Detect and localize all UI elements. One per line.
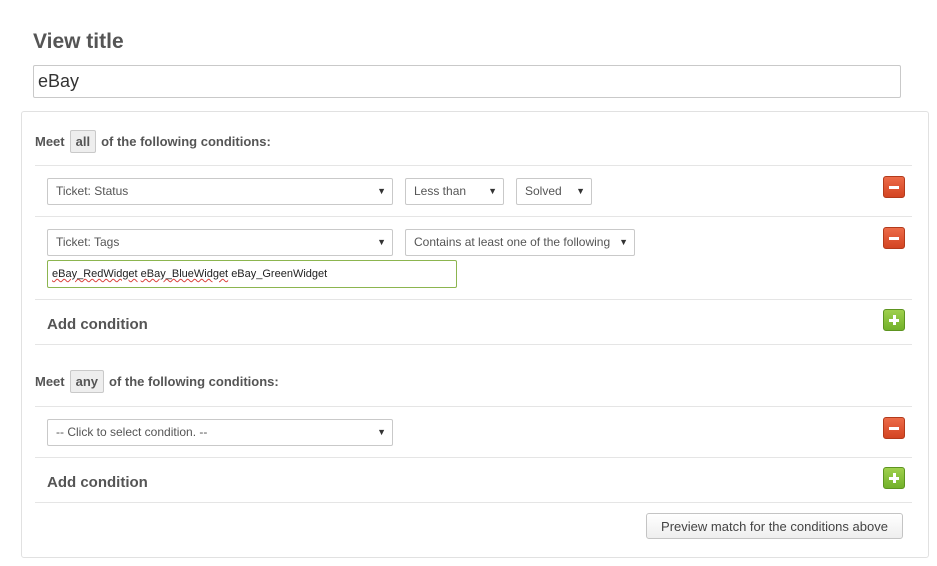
chevron-down-icon: ▼ — [377, 427, 386, 437]
select-value: -- Click to select condition. -- — [56, 425, 208, 439]
select-value: Ticket: Tags — [56, 235, 120, 249]
conditions-suffix: of the following conditions: — [109, 374, 279, 389]
meet-label: Meet — [35, 134, 65, 149]
add-condition-any-button[interactable] — [883, 467, 905, 489]
select-value: Less than — [414, 184, 467, 198]
condition-2-field-select[interactable]: Ticket: Tags ▼ — [47, 229, 393, 256]
view-title-input[interactable] — [33, 65, 901, 98]
add-condition-any-link[interactable]: Add condition — [47, 474, 148, 491]
select-value: Solved — [525, 184, 562, 198]
add-condition-all-link[interactable]: Add condition — [47, 316, 148, 333]
divider — [35, 216, 912, 217]
meet-label: Meet — [35, 374, 65, 389]
all-mode-toggle[interactable]: all — [69, 130, 97, 153]
remove-condition-2-button[interactable] — [883, 227, 905, 249]
divider — [35, 344, 912, 345]
chevron-down-icon: ▼ — [619, 237, 628, 247]
tag: eBay_GreenWidget — [231, 268, 328, 280]
condition-1-operator-select[interactable]: Less than ▼ — [405, 178, 504, 205]
divider — [35, 299, 912, 300]
chevron-down-icon: ▼ — [576, 186, 585, 196]
remove-condition-1-button[interactable] — [883, 176, 905, 198]
conditions-suffix: of the following conditions: — [101, 134, 271, 149]
chevron-down-icon: ▼ — [488, 186, 497, 196]
any-conditions-header: Meet any of the following conditions: — [35, 370, 279, 393]
tags-input[interactable]: eBay_RedWidget eBay_BlueWidget eBay_Gree… — [47, 260, 457, 288]
divider — [35, 406, 912, 407]
add-condition-all-button[interactable] — [883, 309, 905, 331]
chevron-down-icon: ▼ — [377, 237, 386, 247]
select-value: Contains at least one of the following — [414, 235, 611, 249]
divider — [35, 457, 912, 458]
condition-2-operator-select[interactable]: Contains at least one of the following ▼ — [405, 229, 635, 256]
divider — [35, 502, 912, 503]
any-condition-1-field-select[interactable]: -- Click to select condition. -- ▼ — [47, 419, 393, 446]
condition-1-value-select[interactable]: Solved ▼ — [516, 178, 592, 205]
any-mode-toggle[interactable]: any — [69, 370, 105, 393]
preview-match-button[interactable]: Preview match for the conditions above — [646, 513, 903, 539]
remove-any-condition-1-button[interactable] — [883, 417, 905, 439]
chevron-down-icon: ▼ — [377, 186, 386, 196]
all-conditions-header: Meet all of the following conditions: — [35, 130, 271, 153]
select-value: Ticket: Status — [56, 184, 129, 198]
view-title-label: View title — [33, 30, 124, 53]
divider — [35, 165, 912, 166]
condition-1-field-select[interactable]: Ticket: Status ▼ — [47, 178, 393, 205]
tag: eBay_RedWidget — [52, 268, 138, 280]
tag: eBay_BlueWidget — [140, 268, 229, 280]
